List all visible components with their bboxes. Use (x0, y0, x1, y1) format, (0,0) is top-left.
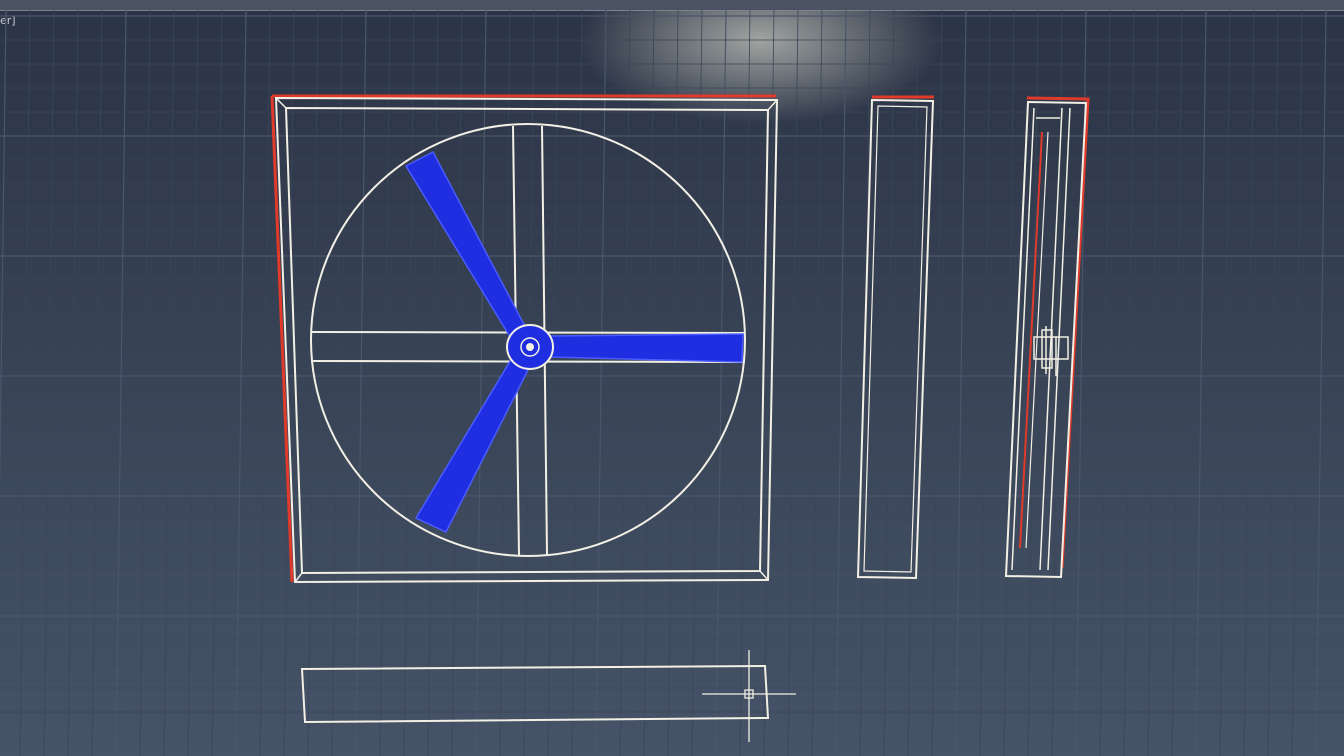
grid-line-vertical (715, 9, 727, 756)
side-view-outline (856, 98, 935, 580)
grid-line-vertical (1291, 9, 1303, 756)
grid-line-vertical (1003, 9, 1015, 756)
grid-line-vertical (427, 9, 439, 756)
grid-line-vertical (1123, 9, 1135, 756)
front-view[interactable] (270, 94, 779, 584)
grid-line-vertical (1195, 9, 1207, 756)
grid-line-vertical (1171, 9, 1183, 756)
grid-line-vertical (571, 9, 583, 756)
side-view-inner (863, 105, 928, 573)
grid-line-vertical (1243, 9, 1255, 756)
grid-line-vertical (955, 9, 967, 756)
grid-line-vertical (979, 9, 991, 756)
grid-line-vertical (307, 9, 319, 756)
grid-line-vertical (139, 9, 151, 756)
grid-line-vertical (1267, 9, 1279, 756)
grid-line-vertical (1219, 9, 1231, 756)
grid-line-vertical (691, 9, 703, 756)
plan-view-outline (300, 664, 770, 724)
grid-line-vertical (67, 9, 79, 756)
grid-line-vertical (211, 9, 223, 756)
grid-line-vertical (0, 9, 7, 503)
plan-view[interactable] (300, 664, 770, 724)
grid-line-vertical (883, 9, 895, 756)
grid-line-vertical (403, 9, 415, 756)
grid-line-vertical (523, 9, 535, 756)
grid-line-vertical (931, 9, 943, 756)
fan-hub-icon[interactable] (506, 324, 554, 370)
cad-viewport[interactable]: er] (0, 0, 1344, 756)
grid-line-vertical (163, 9, 175, 756)
grid-line-vertical (19, 9, 31, 756)
grid-line-vertical (619, 9, 631, 756)
grid-line-vertical (787, 9, 799, 756)
grid-line-vertical (595, 9, 607, 756)
frame-corner-bl (294, 572, 303, 583)
drawing-grid (0, 9, 1344, 756)
grid-line-vertical (643, 9, 655, 756)
fan-blade-right[interactable] (549, 333, 744, 363)
grid-line-vertical (811, 9, 823, 756)
grid-line-vertical (235, 9, 247, 756)
section-view[interactable] (1004, 96, 1090, 579)
frame-corner-tl (275, 97, 287, 109)
grid-line-vertical (1099, 9, 1111, 756)
grid-line-vertical (859, 9, 871, 756)
grid-line-vertical (355, 9, 367, 756)
grid-line-vertical (115, 9, 127, 756)
drawing-canvas[interactable] (0, 0, 1344, 756)
grid-line-vertical (835, 9, 847, 756)
grid-line-vertical (1147, 9, 1159, 756)
grid-line-vertical (331, 9, 343, 756)
grid-line-vertical (187, 9, 199, 756)
side-view[interactable] (856, 95, 935, 580)
grid-line-vertical (451, 9, 463, 756)
fan-blade-upper-left[interactable] (404, 150, 530, 341)
grid-line-vertical (91, 9, 103, 756)
grid-line-vertical (1315, 9, 1327, 756)
grid-line-vertical (43, 9, 55, 756)
grid-line-vertical (379, 9, 391, 756)
grid-line-vertical (907, 9, 919, 756)
grid-line-vertical (667, 9, 679, 756)
grid-line-vertical (259, 9, 271, 756)
grid-line-vertical (475, 9, 487, 756)
grid-line-vertical (547, 9, 559, 756)
